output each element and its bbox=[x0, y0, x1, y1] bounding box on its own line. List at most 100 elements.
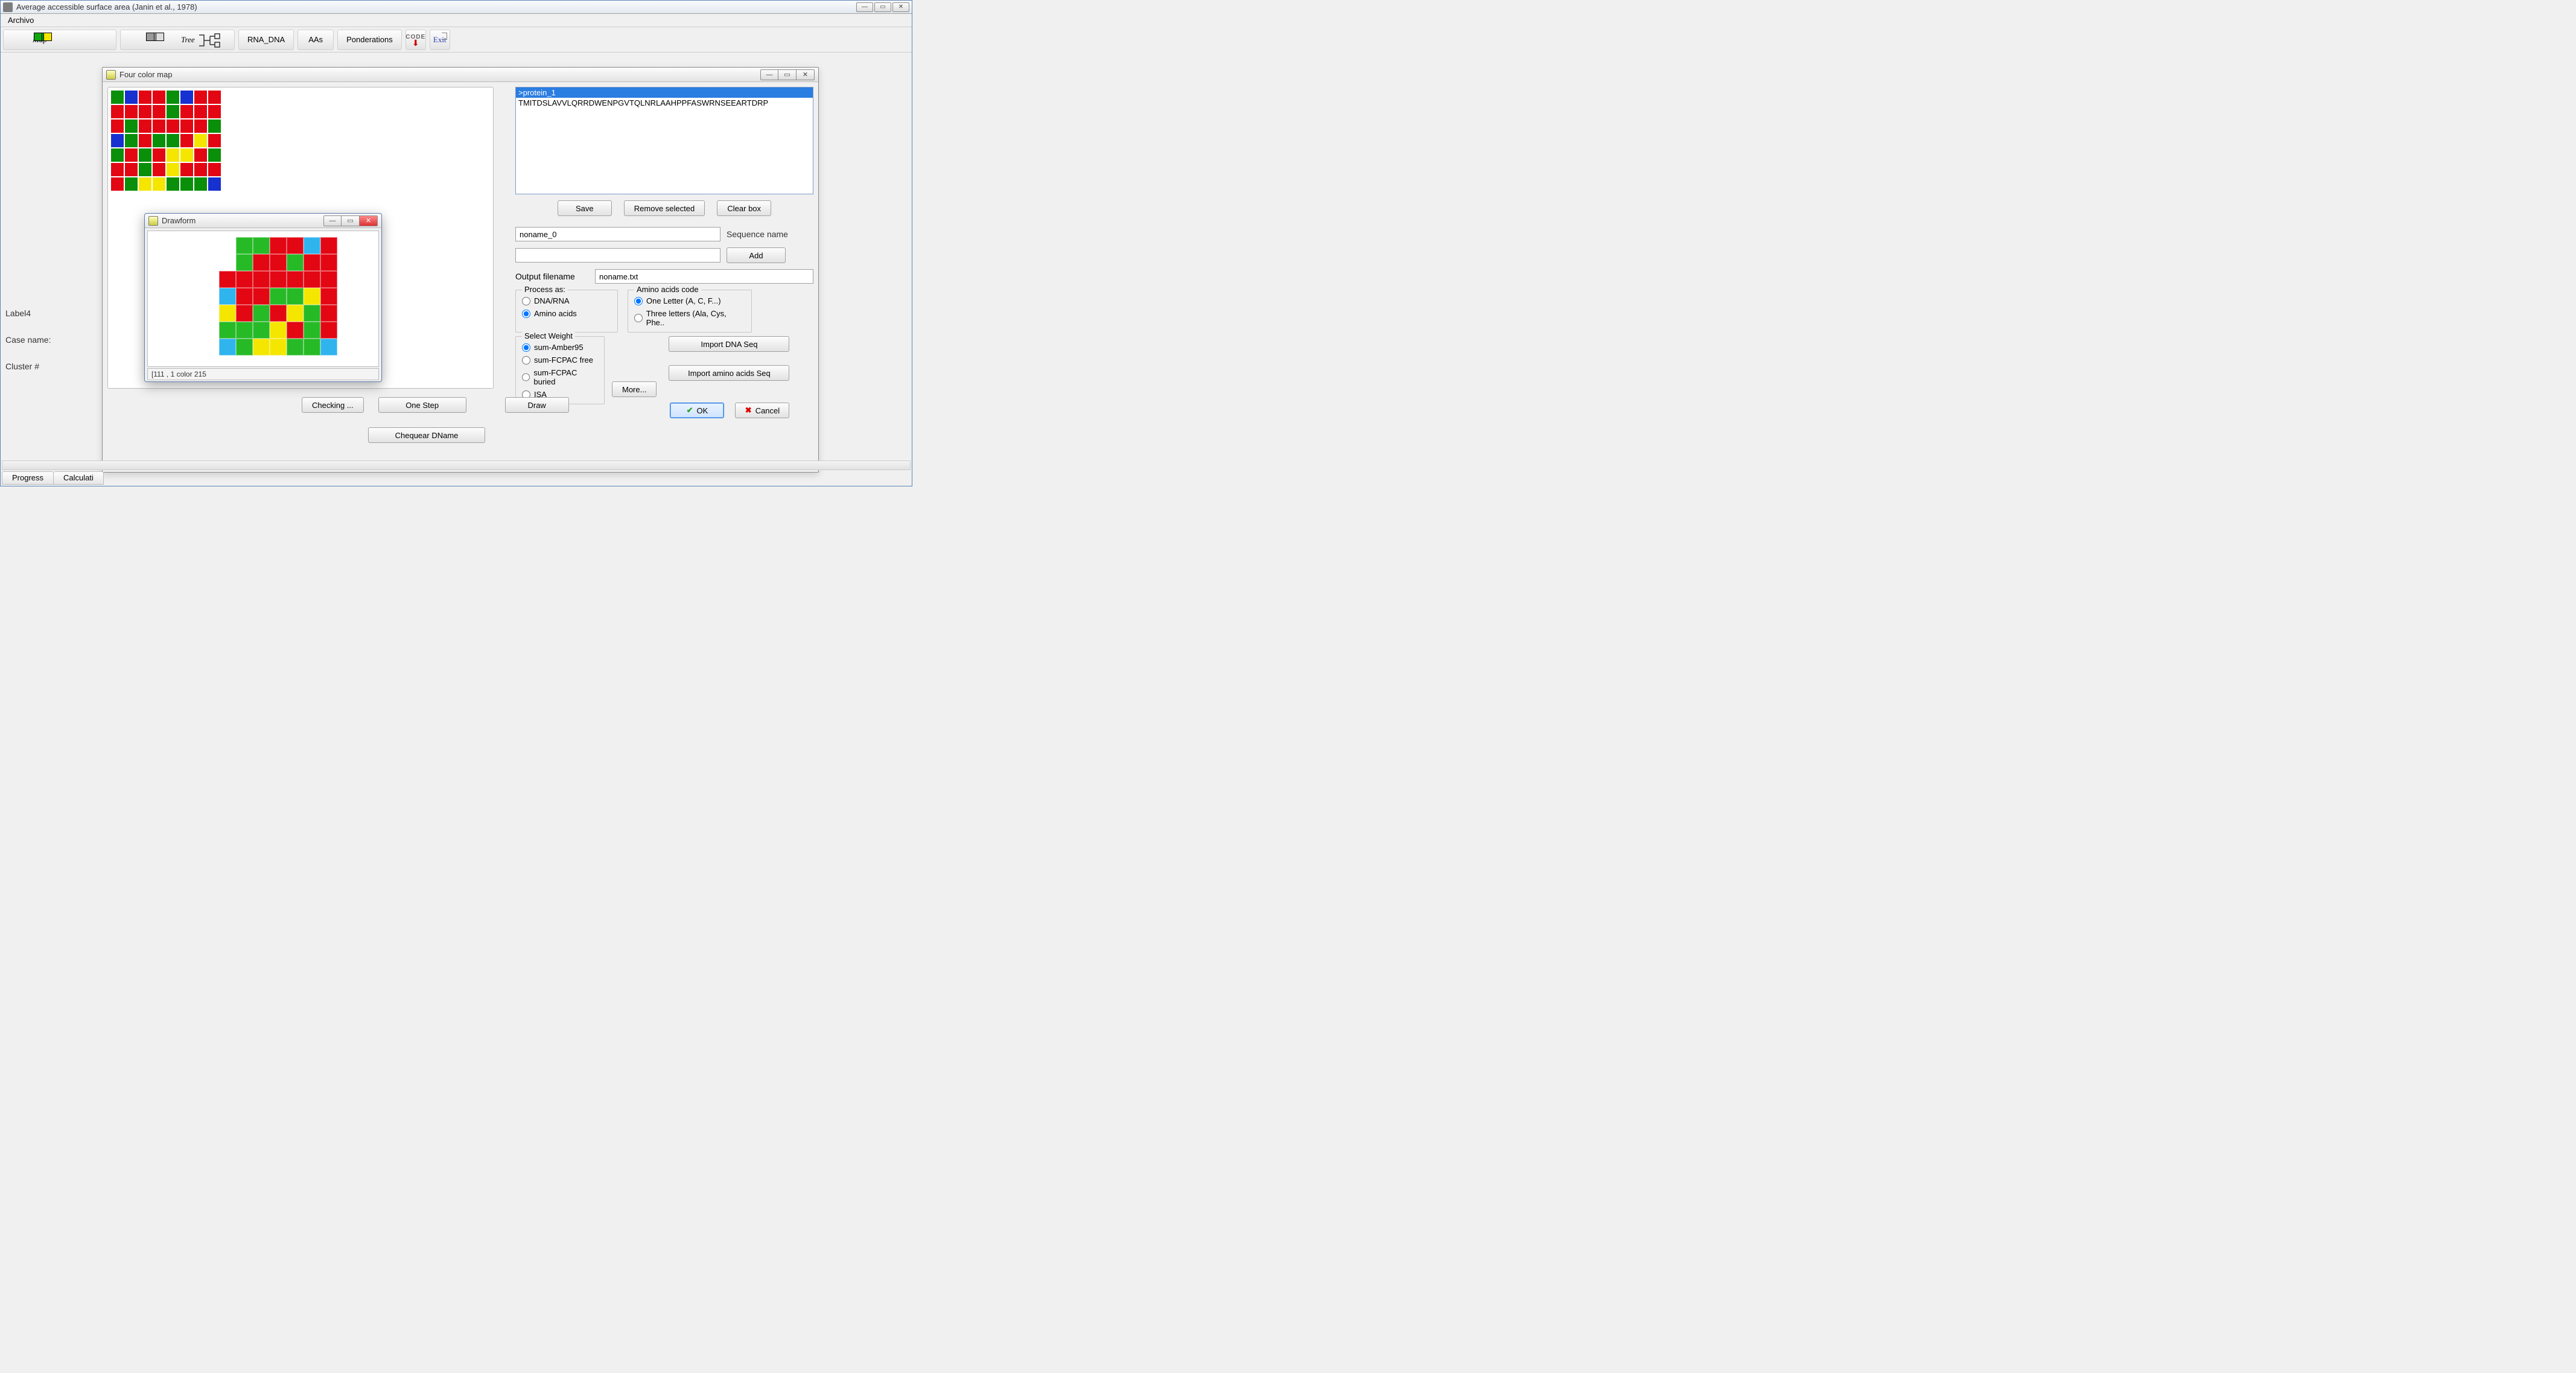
draw-cell bbox=[236, 271, 253, 288]
sequence-listbox[interactable]: >protein_1 TMITDSLAVVLQRRDWENPGVTQLNRLAA… bbox=[515, 87, 813, 194]
grid-cell bbox=[208, 90, 221, 104]
grid-cell bbox=[166, 90, 180, 104]
grid-cell bbox=[194, 133, 208, 148]
grid-cell bbox=[180, 162, 194, 177]
grid-cell bbox=[138, 148, 152, 162]
four-color-grid bbox=[110, 90, 221, 191]
grid-cell bbox=[194, 162, 208, 177]
sequence-header[interactable]: >protein_1 bbox=[516, 88, 813, 98]
checking-button[interactable]: Checking ... bbox=[302, 397, 364, 413]
add-button[interactable]: Add bbox=[727, 247, 786, 263]
drawform-maximize-button[interactable]: ▭ bbox=[342, 215, 360, 226]
save-button[interactable]: Save bbox=[558, 200, 612, 216]
draw-cell bbox=[304, 237, 320, 254]
draw-cell bbox=[219, 271, 236, 288]
radio-amino-acids[interactable]: Amino acids bbox=[522, 309, 611, 318]
sequence-body[interactable]: TMITDSLAVVLQRRDWENPGVTQLNRLAAHPPFASWRNSE… bbox=[516, 98, 813, 108]
fcm-close-button[interactable]: ✕ bbox=[797, 69, 815, 80]
fcm-maximize-button[interactable]: ▭ bbox=[778, 69, 797, 80]
cancel-button[interactable]: ✖Cancel bbox=[735, 403, 789, 418]
more-button[interactable]: More... bbox=[612, 381, 657, 397]
draw-cell bbox=[219, 339, 236, 355]
draw-cell bbox=[270, 254, 287, 271]
toolbar: Map Tree RNA_DNA AAs Ponderations CODE ⬇… bbox=[1, 27, 912, 53]
x-icon: ✖ bbox=[745, 406, 752, 415]
chequear-dname-button[interactable]: Chequear DName bbox=[368, 427, 485, 443]
tab-calculations[interactable]: Calculati bbox=[54, 471, 104, 485]
radio-one-letter[interactable]: One Letter (A, C, F...) bbox=[634, 296, 745, 305]
drawform-canvas bbox=[147, 231, 379, 367]
draw-cell bbox=[287, 339, 304, 355]
add-input[interactable] bbox=[515, 248, 720, 263]
exit-label: Exit bbox=[433, 35, 447, 45]
grid-cell bbox=[110, 177, 124, 191]
exit-button[interactable]: Exit bbox=[430, 30, 450, 50]
draw-cell bbox=[320, 339, 337, 355]
tree-icon bbox=[198, 33, 227, 49]
drawform-minimize-button[interactable]: — bbox=[323, 215, 342, 226]
draw-cell bbox=[236, 305, 253, 322]
tab-progress[interactable]: Progress bbox=[2, 471, 54, 485]
grid-cell bbox=[110, 104, 124, 119]
output-filename-input[interactable] bbox=[595, 269, 813, 284]
grid-cell bbox=[138, 133, 152, 148]
radio-weight-0[interactable]: sum-Amber95 bbox=[522, 343, 598, 352]
tree-button[interactable]: Tree bbox=[120, 30, 235, 50]
clear-box-button[interactable]: Clear box bbox=[717, 200, 771, 216]
draw-cell bbox=[236, 237, 253, 254]
minimize-button[interactable]: — bbox=[856, 2, 873, 12]
label4: Label4 bbox=[5, 308, 51, 318]
draw-cell bbox=[236, 322, 253, 339]
select-weight-group: Select Weight sum-Amber95 sum-FCPAC free… bbox=[515, 336, 605, 404]
process-as-group: Process as: DNA/RNA Amino acids bbox=[515, 290, 618, 333]
sequence-name-input[interactable] bbox=[515, 227, 720, 241]
draw-cell bbox=[253, 237, 270, 254]
rna-dna-button[interactable]: RNA_DNA bbox=[238, 30, 294, 50]
import-dna-button[interactable]: Import DNA Seq bbox=[669, 336, 789, 352]
radio-dna-rna[interactable]: DNA/RNA bbox=[522, 296, 611, 305]
draw-cell bbox=[253, 288, 270, 305]
download-icon: ⬇ bbox=[412, 40, 419, 45]
draw-button[interactable]: Draw bbox=[505, 397, 569, 413]
draw-cell bbox=[236, 254, 253, 271]
grid-cell bbox=[208, 133, 221, 148]
draw-cell bbox=[219, 254, 236, 271]
maximize-button[interactable]: ▭ bbox=[874, 2, 891, 12]
one-step-button[interactable]: One Step bbox=[378, 397, 466, 413]
ponderations-label: Ponderations bbox=[346, 35, 393, 44]
close-button[interactable]: ✕ bbox=[892, 2, 909, 12]
radio-weight-1[interactable]: sum-FCPAC free bbox=[522, 355, 598, 365]
ok-button[interactable]: ✔OK bbox=[670, 403, 724, 418]
statusbar bbox=[2, 460, 911, 470]
draw-cell bbox=[320, 237, 337, 254]
draw-cell bbox=[287, 322, 304, 339]
main-window: Average accessible surface area (Janin e… bbox=[0, 0, 912, 486]
grid-cell bbox=[194, 90, 208, 104]
fcm-titlebar: Four color map — ▭ ✕ bbox=[103, 68, 818, 82]
grid-cell bbox=[124, 119, 138, 133]
grid-cell bbox=[152, 104, 166, 119]
code-button[interactable]: CODE ⬇ bbox=[405, 30, 426, 50]
app-icon bbox=[3, 2, 13, 12]
map-button[interactable]: Map bbox=[3, 30, 116, 50]
case-name-label: Case name: bbox=[5, 335, 51, 345]
aas-button[interactable]: AAs bbox=[297, 30, 334, 50]
draw-cell bbox=[287, 288, 304, 305]
ponderations-button[interactable]: Ponderations bbox=[337, 30, 402, 50]
radio-three-letter[interactable]: Three letters (Ala, Cys, Phe.. bbox=[634, 309, 745, 327]
grid-cell bbox=[138, 90, 152, 104]
drawform-close-button[interactable]: ✕ bbox=[360, 215, 378, 226]
check-icon: ✔ bbox=[687, 406, 693, 415]
drawform-status: [111 , 1 color 215 bbox=[147, 368, 379, 380]
fcm-title: Four color map bbox=[119, 70, 757, 79]
remove-selected-button[interactable]: Remove selected bbox=[624, 200, 705, 216]
grid-cell bbox=[180, 148, 194, 162]
tree-color-icon bbox=[124, 33, 161, 48]
menubar: Archivo bbox=[1, 14, 912, 27]
grid-cell bbox=[208, 148, 221, 162]
radio-weight-2[interactable]: sum-FCPAC buried bbox=[522, 368, 598, 386]
fcm-minimize-button[interactable]: — bbox=[760, 69, 778, 80]
import-aa-button[interactable]: Import amino acids Seq bbox=[669, 365, 789, 381]
draw-cell bbox=[270, 322, 287, 339]
menu-file[interactable]: Archivo bbox=[3, 14, 39, 26]
